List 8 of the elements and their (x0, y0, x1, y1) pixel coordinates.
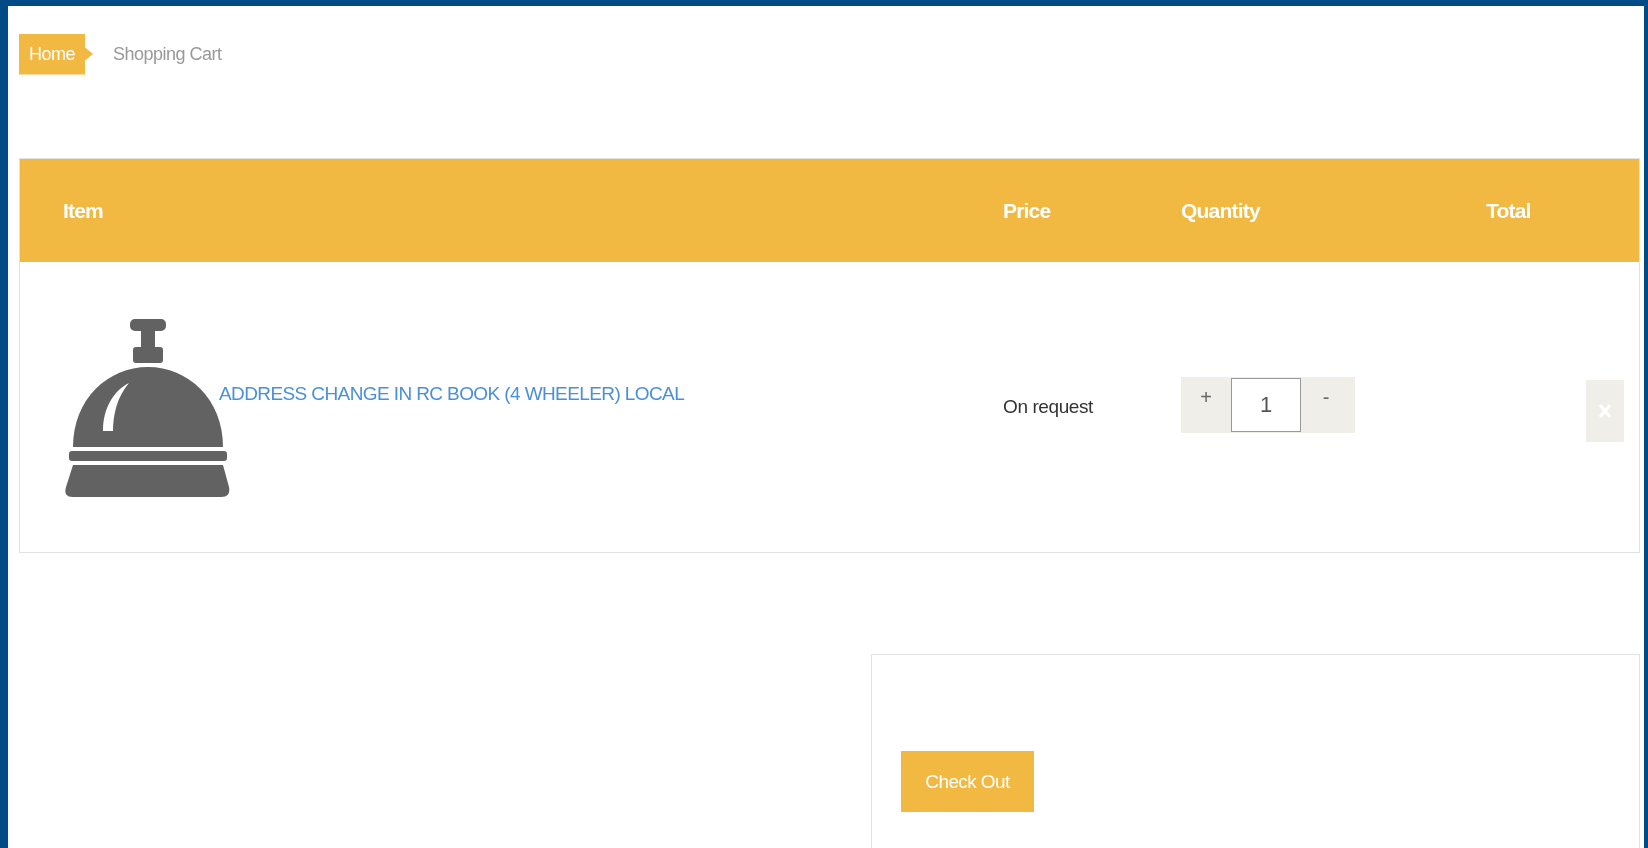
column-header: Item (63, 198, 104, 223)
column-header: Total (1486, 198, 1532, 223)
quantity-field[interactable]: 1 (1231, 378, 1301, 432)
product-link[interactable]: ADDRESS CHANGE IN RC BOOK (4 WHEELER) LOCAL (219, 383, 685, 405)
breadcrumb-current: Shopping Cart (113, 43, 222, 65)
table-cell-text: On request (1003, 396, 1094, 418)
column-header: Price (1003, 198, 1052, 223)
column-header: Quantity (1181, 198, 1262, 223)
